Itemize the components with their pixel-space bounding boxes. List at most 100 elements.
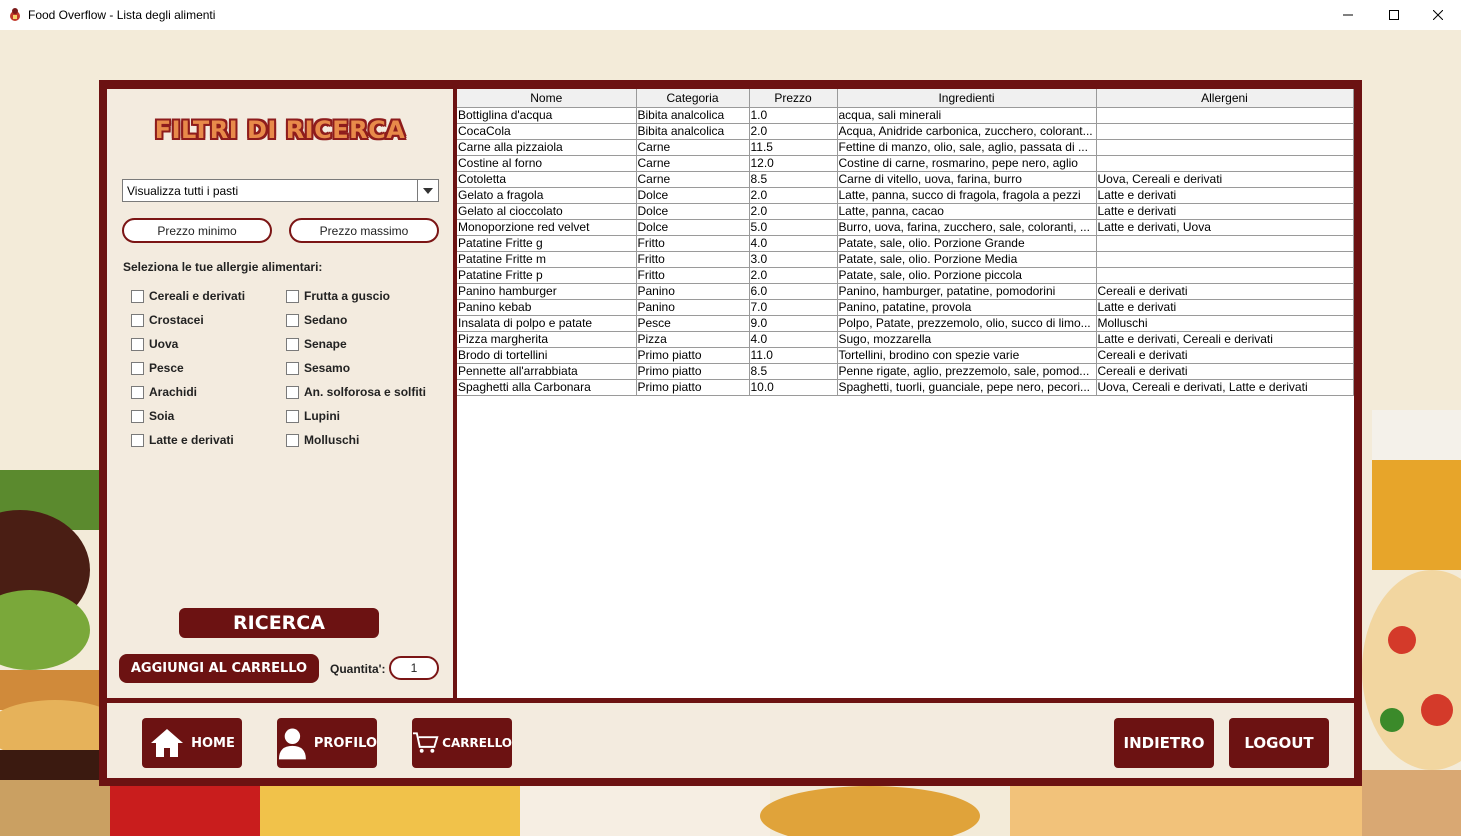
table-row[interactable]: Pennette all'arrabbiata Primo piatto 8.5 Pe… — [457, 363, 1354, 380]
close-button[interactable] — [1415, 0, 1461, 30]
table-row[interactable]: CocaCola Bibita analcolica 2.0 Acqua, Anidr… — [457, 123, 1354, 140]
cell-allergeni[interactable]: Latte e derivati, Uova — [1096, 219, 1354, 236]
allergy-checkbox[interactable]: Crostacei — [131, 313, 204, 327]
cell-prezzo[interactable]: 4.0 — [749, 331, 838, 348]
column-header-ingredienti[interactable]: Ingredienti — [837, 89, 1097, 108]
cell-ingredienti[interactable]: Sugo, mozzarella — [837, 331, 1097, 348]
cart-button[interactable]: CARRELLO — [412, 718, 512, 768]
cell-nome[interactable]: Patatine Fritte g — [457, 235, 637, 252]
table-row[interactable]: Insalata di polpo e patate Pesce 9.0 Polpo,… — [457, 315, 1354, 332]
table-row[interactable]: Carne alla pizzaiola Carne 11.5 Fettine di … — [457, 139, 1354, 156]
table-row[interactable]: Monoporzione red velvet Dolce 5.0 Burro, uo… — [457, 219, 1354, 236]
allergy-checkbox[interactable]: Cereali e derivati — [131, 289, 245, 303]
table-row[interactable]: Gelato a fragola Dolce 2.0 Latte, panna, su… — [457, 187, 1354, 204]
cell-ingredienti[interactable]: Burro, uova, farina, zucchero, sale, col… — [837, 219, 1097, 236]
cell-prezzo[interactable]: 1.0 — [749, 107, 838, 124]
table-row[interactable]: Patatine Fritte m Fritto 3.0 Patate, sale, … — [457, 251, 1354, 268]
cell-nome[interactable]: Carne alla pizzaiola — [457, 139, 637, 156]
cell-prezzo[interactable]: 11.5 — [749, 139, 838, 156]
cell-prezzo[interactable]: 2.0 — [749, 187, 838, 204]
cell-allergeni[interactable]: Cereali e derivati — [1096, 347, 1354, 364]
allergy-checkbox[interactable]: Lupini — [286, 409, 340, 423]
cell-nome[interactable]: Bottiglina d'acqua — [457, 107, 637, 124]
cell-ingredienti[interactable]: Latte, panna, cacao — [837, 203, 1097, 220]
cell-nome[interactable]: Pizza margherita — [457, 331, 637, 348]
cell-categoria[interactable]: Bibita analcolica — [636, 123, 750, 140]
cell-allergeni[interactable]: Cereali e derivati — [1096, 283, 1354, 300]
cell-categoria[interactable]: Fritto — [636, 251, 750, 268]
table-row[interactable]: Costine al forno Carne 12.0 Costine di carn… — [457, 155, 1354, 172]
column-header-categoria[interactable]: Categoria — [636, 89, 750, 108]
cell-nome[interactable]: Brodo di tortellini — [457, 347, 637, 364]
cell-nome[interactable]: Monoporzione red velvet — [457, 219, 637, 236]
cell-allergeni[interactable] — [1096, 107, 1354, 124]
cell-allergeni[interactable] — [1096, 139, 1354, 156]
back-button[interactable]: INDIETRO — [1114, 718, 1214, 768]
cell-nome[interactable]: Patatine Fritte m — [457, 251, 637, 268]
cell-categoria[interactable]: Primo piatto — [636, 379, 750, 396]
chevron-down-icon[interactable] — [417, 180, 438, 201]
cell-categoria[interactable]: Dolce — [636, 203, 750, 220]
checkbox-box[interactable] — [131, 337, 144, 351]
cell-allergeni[interactable] — [1096, 251, 1354, 268]
home-button[interactable]: HOME — [142, 718, 242, 768]
cell-categoria[interactable]: Panino — [636, 299, 750, 316]
allergy-checkbox[interactable]: Arachidi — [131, 385, 197, 399]
checkbox-box[interactable] — [286, 433, 299, 447]
cell-ingredienti[interactable]: Acqua, Anidride carbonica, zucchero, col… — [837, 123, 1097, 140]
cell-allergeni[interactable]: Latte e derivati — [1096, 203, 1354, 220]
cell-allergeni[interactable] — [1096, 123, 1354, 140]
allergy-checkbox[interactable]: Senape — [286, 337, 347, 351]
cell-prezzo[interactable]: 2.0 — [749, 123, 838, 140]
table-row[interactable]: Cotoletta Carne 8.5 Carne di vitello, uova,… — [457, 171, 1354, 188]
table-row[interactable]: Panino hamburger Panino 6.0 Panino, hamburg… — [457, 283, 1354, 300]
cell-ingredienti[interactable]: Polpo, Patate, prezzemolo, olio, succo d… — [837, 315, 1097, 332]
cell-categoria[interactable]: Pesce — [636, 315, 750, 332]
cell-prezzo[interactable]: 3.0 — [749, 251, 838, 268]
add-to-cart-button[interactable]: AGGIUNGI AL CARRELLO — [119, 654, 319, 683]
cell-allergeni[interactable]: Cereali e derivati — [1096, 363, 1354, 380]
allergy-checkbox[interactable]: Frutta a guscio — [286, 289, 390, 303]
checkbox-box[interactable] — [286, 409, 299, 423]
allergy-checkbox[interactable]: Pesce — [131, 361, 184, 375]
table-row[interactable]: Pizza margherita Pizza 4.0 Sugo, mozzarella… — [457, 331, 1354, 348]
checkbox-box[interactable] — [131, 385, 144, 399]
cell-categoria[interactable]: Primo piatto — [636, 363, 750, 380]
cell-nome[interactable]: Panino hamburger — [457, 283, 637, 300]
checkbox-box[interactable] — [286, 313, 299, 327]
logout-button[interactable]: LOGOUT — [1229, 718, 1329, 768]
cell-nome[interactable]: Insalata di polpo e patate — [457, 315, 637, 332]
cell-prezzo[interactable]: 2.0 — [749, 203, 838, 220]
search-button[interactable]: RICERCA — [179, 608, 379, 638]
table-row[interactable]: Brodo di tortellini Primo piatto 11.0 Torte… — [457, 347, 1354, 364]
table-row[interactable]: Panino kebab Panino 7.0 Panino, patatine, p… — [457, 299, 1354, 316]
checkbox-box[interactable] — [131, 409, 144, 423]
allergy-checkbox[interactable]: An. solforosa e solfiti — [286, 385, 426, 399]
cell-nome[interactable]: CocaCola — [457, 123, 637, 140]
cell-prezzo[interactable]: 11.0 — [749, 347, 838, 364]
profile-button[interactable]: PROFILO — [277, 718, 377, 768]
quantity-input[interactable]: 1 — [389, 656, 439, 680]
min-price-input[interactable]: Prezzo minimo — [122, 218, 272, 243]
cell-ingredienti[interactable]: Patate, sale, olio. Porzione Grande — [837, 235, 1097, 252]
column-header-prezzo[interactable]: Prezzo — [749, 89, 838, 108]
cell-prezzo[interactable]: 9.0 — [749, 315, 838, 332]
cell-allergeni[interactable] — [1096, 267, 1354, 284]
allergy-checkbox[interactable]: Sesamo — [286, 361, 350, 375]
table-row[interactable]: Patatine Fritte p Fritto 2.0 Patate, sale, … — [457, 267, 1354, 284]
cell-ingredienti[interactable]: Panino, patatine, provola — [837, 299, 1097, 316]
cell-nome[interactable]: Gelato al cioccolato — [457, 203, 637, 220]
cell-allergeni[interactable]: Latte e derivati, Cereali e derivati — [1096, 331, 1354, 348]
cell-prezzo[interactable]: 7.0 — [749, 299, 838, 316]
table-row[interactable]: Spaghetti alla Carbonara Primo piatto 10.0… — [457, 379, 1354, 396]
column-header-nome[interactable]: Nome — [457, 89, 637, 108]
checkbox-box[interactable] — [131, 433, 144, 447]
cell-categoria[interactable]: Dolce — [636, 219, 750, 236]
minimize-button[interactable] — [1325, 0, 1371, 30]
table-row[interactable]: Bottiglina d'acqua Bibita analcolica 1.0 ac… — [457, 107, 1354, 124]
meal-select[interactable]: Visualizza tutti i pasti — [122, 179, 439, 202]
checkbox-box[interactable] — [286, 289, 299, 303]
cell-allergeni[interactable]: Uova, Cereali e derivati, Latte e deriva… — [1096, 379, 1354, 396]
cell-ingredienti[interactable]: Latte, panna, succo di fragola, fragola … — [837, 187, 1097, 204]
cell-ingredienti[interactable]: Spaghetti, tuorli, guanciale, pepe nero,… — [837, 379, 1097, 396]
